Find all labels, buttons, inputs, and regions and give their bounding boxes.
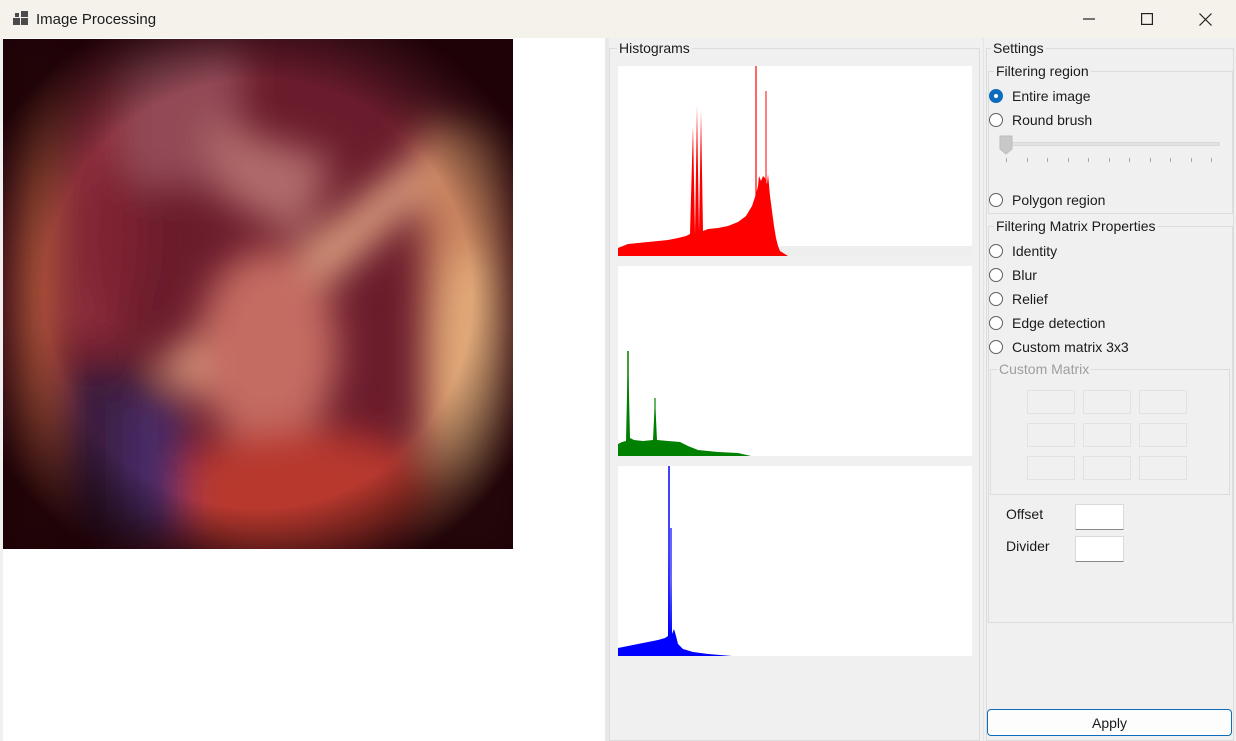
- title-bar: Image Processing: [0, 0, 1236, 38]
- slider-tick: [1047, 158, 1048, 162]
- radio-entire-image[interactable]: Entire image: [989, 88, 1091, 104]
- minimize-icon: [1083, 18, 1095, 20]
- red-histogram-chart: [618, 66, 972, 256]
- radio-identity[interactable]: Identity: [989, 243, 1057, 259]
- slider-tick: [1088, 158, 1089, 162]
- green-histogram-chart: [618, 351, 751, 456]
- window-title: Image Processing: [36, 11, 157, 28]
- matrix-cell-r2c2[interactable]: [1083, 423, 1131, 447]
- matrix-cell-r1c3[interactable]: [1139, 390, 1187, 414]
- radio-button: [989, 340, 1003, 354]
- close-button[interactable]: [1176, 0, 1234, 38]
- radio-button: [989, 244, 1003, 258]
- offset-input[interactable]: [1075, 504, 1124, 530]
- divider-label: Divider: [1006, 538, 1050, 554]
- green-histogram: [618, 266, 972, 456]
- radio-label: Polygon region: [1012, 192, 1106, 208]
- radio-button: [989, 113, 1003, 127]
- matrix-properties-title: Filtering Matrix Properties: [994, 218, 1158, 234]
- apply-button[interactable]: Apply: [987, 709, 1232, 736]
- close-icon: [1198, 12, 1212, 26]
- custom-matrix-title: Custom Matrix: [997, 361, 1092, 377]
- app-icon: [13, 11, 28, 25]
- radio-label: Round brush: [1012, 112, 1093, 128]
- processed-image: [3, 39, 513, 549]
- radio-button: [989, 316, 1003, 330]
- histograms-title: Histograms: [617, 40, 692, 56]
- histograms-panel: Histograms: [609, 38, 981, 741]
- slider-tick: [1109, 158, 1110, 162]
- radio-button: [989, 193, 1003, 207]
- maximize-icon: [1141, 13, 1153, 25]
- divider-input[interactable]: [1075, 536, 1124, 562]
- radio-round-brush[interactable]: Round brush: [989, 112, 1092, 128]
- matrix-cell-r3c2[interactable]: [1083, 456, 1131, 480]
- matrix-cell-r3c3[interactable]: [1139, 456, 1187, 480]
- radio-edge-detection[interactable]: Edge detection: [989, 315, 1105, 331]
- radio-button: [989, 89, 1003, 103]
- radio-label: Entire image: [1012, 88, 1091, 104]
- brush-size-slider-track[interactable]: [1004, 142, 1220, 146]
- matrix-cell-r1c2[interactable]: [1083, 390, 1131, 414]
- slider-tick: [1150, 158, 1151, 162]
- minimize-button[interactable]: [1060, 0, 1118, 38]
- image-canvas[interactable]: [3, 38, 605, 741]
- slider-tick: [1027, 158, 1028, 162]
- maximize-button[interactable]: [1118, 0, 1176, 38]
- slider-tick: [1129, 158, 1130, 162]
- blue-histogram-chart: [618, 466, 732, 656]
- radio-custom-matrix[interactable]: Custom matrix 3x3: [989, 339, 1129, 355]
- radio-label: Edge detection: [1012, 315, 1106, 331]
- blue-histogram: [618, 466, 972, 656]
- filtering-region-title: Filtering region: [994, 63, 1091, 79]
- radio-blur[interactable]: Blur: [989, 267, 1037, 283]
- matrix-cell-r2c1[interactable]: [1027, 423, 1075, 447]
- matrix-cell-r3c1[interactable]: [1027, 456, 1075, 480]
- radio-button: [989, 292, 1003, 306]
- radio-label: Blur: [1012, 267, 1037, 283]
- radio-label: Identity: [1012, 243, 1058, 259]
- settings-title: Settings: [991, 40, 1046, 56]
- radio-button: [989, 268, 1003, 282]
- matrix-cell-r1c1[interactable]: [1027, 390, 1075, 414]
- slider-tick: [1191, 158, 1192, 162]
- red-histogram: [618, 66, 972, 256]
- slider-tick: [1006, 158, 1007, 162]
- matrix-cell-r2c3[interactable]: [1139, 423, 1187, 447]
- slider-tick: [1211, 158, 1212, 162]
- slider-tick: [1068, 158, 1069, 162]
- offset-label: Offset: [1006, 506, 1044, 522]
- radio-relief[interactable]: Relief: [989, 291, 1048, 307]
- brush-size-slider-thumb[interactable]: [999, 135, 1013, 155]
- slider-tick: [1170, 158, 1171, 162]
- radio-label: Relief: [1012, 291, 1048, 307]
- radio-label: Custom matrix 3x3: [1012, 339, 1129, 355]
- radio-polygon-region[interactable]: Polygon region: [989, 192, 1105, 208]
